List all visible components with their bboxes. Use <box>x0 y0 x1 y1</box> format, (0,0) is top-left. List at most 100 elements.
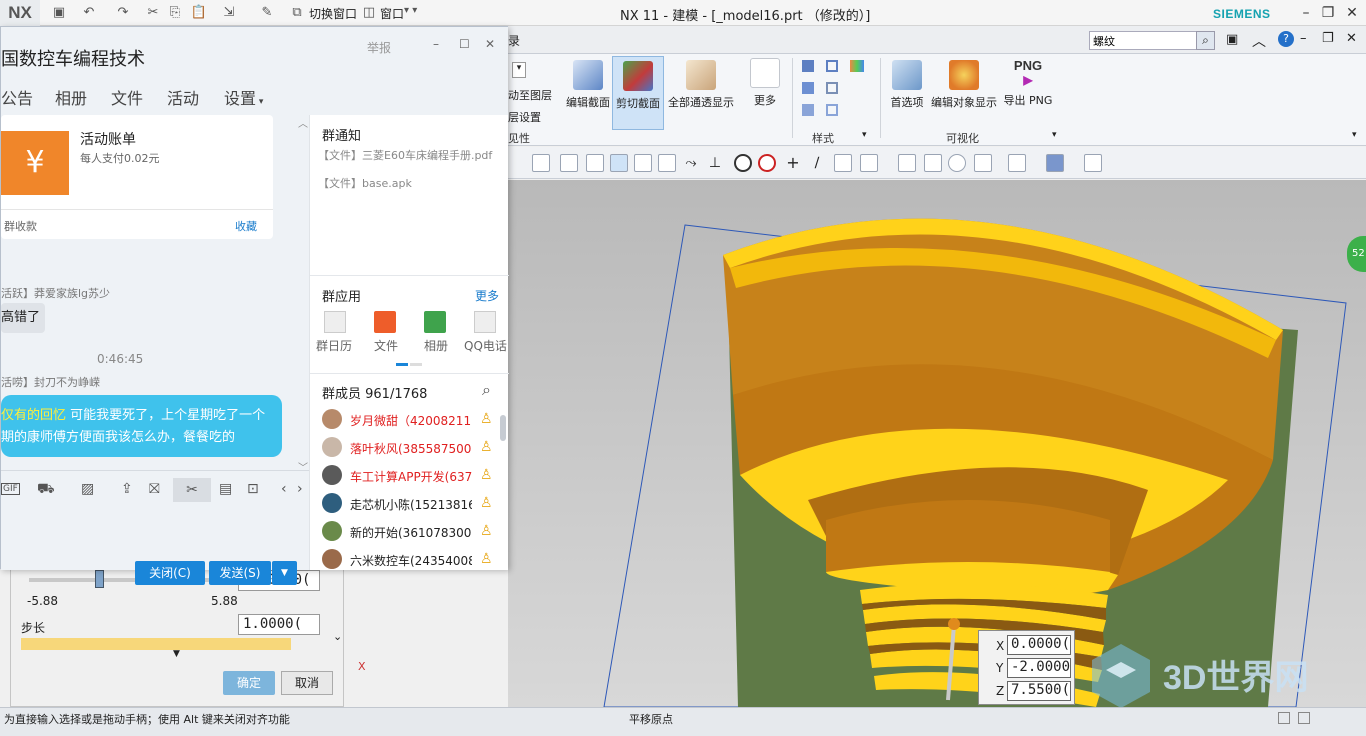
style-wireframe-icon[interactable] <box>826 60 838 72</box>
doc-minimize-button[interactable]: – <box>1300 31 1307 46</box>
distance-slider-thumb[interactable] <box>95 570 104 588</box>
qq-call-app-label[interactable]: QQ电话 <box>464 337 507 354</box>
tab-announcement[interactable]: 公告 <box>1 85 33 109</box>
gift-icon[interactable]: ⛝ <box>149 481 160 497</box>
snap-all-icon[interactable] <box>610 154 628 172</box>
undo-icon[interactable]: ↶ <box>80 4 98 22</box>
layer-dropdown[interactable]: ▾ <box>512 62 526 78</box>
favorite-link[interactable]: 收藏 <box>235 218 257 234</box>
view-zoom-icon[interactable] <box>924 154 942 172</box>
qq-maximize-button[interactable]: ☐ <box>459 37 470 51</box>
snap-curve-icon[interactable]: ⤳ <box>682 154 700 172</box>
tab-files[interactable]: 文件 <box>111 85 143 109</box>
model-render[interactable] <box>508 180 1366 708</box>
move-to-layer-label[interactable]: 动至图层 <box>508 87 552 103</box>
view-rotate-icon[interactable] <box>948 154 966 172</box>
visualization-dropdown-icon[interactable]: ▾ <box>1052 130 1057 140</box>
switch-window-button[interactable]: 切换窗口 <box>309 5 357 22</box>
highlight-row[interactable] <box>21 638 291 650</box>
files-app-label[interactable]: 文件 <box>374 337 398 354</box>
edit-section-button[interactable]: 编辑截面 <box>560 60 616 110</box>
layer-settings-label[interactable]: 层设置 <box>508 109 541 125</box>
snap-quadrant-icon[interactable] <box>758 154 776 172</box>
help-icon[interactable]: ? <box>1278 31 1294 47</box>
touch-mode-icon[interactable]: ✎ <box>258 4 276 22</box>
window-icon[interactable]: ◫ <box>360 4 378 22</box>
album-app-icon[interactable] <box>424 311 446 333</box>
snap-line-icon[interactable] <box>634 154 652 172</box>
style-group-dropdown-icon[interactable]: ▾ <box>862 130 867 140</box>
snap-center-icon[interactable] <box>734 154 752 172</box>
scroll-down-icon[interactable]: ⌄ <box>333 630 342 643</box>
qq-minimize-button[interactable]: – <box>433 37 439 51</box>
doc-close-button[interactable]: ✕ <box>1346 31 1357 46</box>
ribbon-display-icon[interactable]: ▣ <box>1226 32 1238 47</box>
switch-window-icon[interactable]: ⧉ <box>288 4 306 22</box>
snap-on-curve-icon[interactable]: ∕ <box>808 154 826 172</box>
member-row[interactable]: 落叶秋风(385587500) ♙ <box>322 435 502 459</box>
member-row[interactable]: 六米数控车(243540087) ♙ <box>322 547 502 571</box>
tab-fragment[interactable]: 录 <box>508 32 520 49</box>
clip-section-button[interactable]: 剪切截面 <box>612 56 664 130</box>
calendar-app-label[interactable]: 群日历 <box>316 337 352 354</box>
image-icon[interactable]: ▨ <box>81 481 94 497</box>
snap-point-icon[interactable]: + <box>784 154 802 172</box>
y-coordinate-field[interactable]: -2.0000( <box>1007 658 1071 678</box>
close-chat-button[interactable]: 关闭(C) <box>135 561 205 585</box>
doc-restore-button[interactable]: ❐ <box>1322 31 1334 46</box>
bill-card[interactable]: ¥ 活动账单 每人支付0.02元 群收款 收藏 <box>1 115 273 239</box>
command-finder-icon[interactable]: ⇲ <box>220 4 238 22</box>
z-coordinate-field[interactable]: 7.5500( <box>1007 681 1071 701</box>
tab-activity[interactable]: 活动 <box>167 85 199 109</box>
collapse-up-icon[interactable]: ︿ <box>298 115 308 130</box>
copy-icon[interactable]: ⎘ <box>166 4 184 22</box>
x-coordinate-field[interactable]: 0.0000( <box>1007 635 1071 655</box>
fullscreen-icon[interactable] <box>1298 712 1310 724</box>
view-fit-icon[interactable] <box>898 154 916 172</box>
step-value-field[interactable]: 1.0000( <box>238 614 320 635</box>
chat-record-icon[interactable]: ⊡ <box>247 481 259 497</box>
screenshot-icon[interactable]: ⛟ <box>37 481 55 499</box>
file-link-1[interactable]: 【文件】三菱E60车床编程手册.pdf <box>318 147 492 163</box>
style-color-icon[interactable] <box>850 60 864 72</box>
member-row[interactable]: 走芯机小陈(15213816284 ♙ <box>322 491 502 515</box>
member-row[interactable]: 新的开始(361078300) ♙ <box>322 519 502 543</box>
collapse-down-icon[interactable]: ﹀ <box>298 459 308 474</box>
snap-tangent-icon[interactable]: ⊥ <box>706 154 724 172</box>
style-studio-icon[interactable] <box>802 104 814 116</box>
view-orient-icon[interactable] <box>974 154 992 172</box>
more-button[interactable]: 更多 <box>746 58 784 108</box>
cancel-button[interactable]: 取消 <box>281 671 333 695</box>
file-link-2[interactable]: 【文件】base.apk <box>318 175 412 191</box>
section-view-icon[interactable] <box>1084 154 1102 172</box>
minimize-button[interactable]: – <box>1296 3 1316 23</box>
select-solid-icon[interactable] <box>560 154 578 172</box>
ribbon-options-icon[interactable]: ▾ <box>1352 130 1357 140</box>
style-shaded-icon[interactable] <box>802 60 814 72</box>
select-face-icon[interactable] <box>586 154 604 172</box>
style-hidden-edges-icon[interactable] <box>826 82 838 94</box>
qq-call-app-icon[interactable] <box>474 311 496 333</box>
send-button[interactable]: 发送(S) <box>209 561 271 585</box>
restore-button[interactable]: ❐ <box>1318 3 1338 23</box>
graphics-viewport[interactable]: 52 X <box>358 180 1366 708</box>
album-app-label[interactable]: 相册 <box>424 337 448 354</box>
style-face-analysis-icon[interactable] <box>826 104 838 116</box>
member-row[interactable]: 车工计算APP开发(63788 ♙ <box>322 463 502 487</box>
calendar-app-icon[interactable] <box>324 311 346 333</box>
cut-icon[interactable]: ✂ <box>144 4 162 22</box>
upload-icon[interactable]: ⇪ <box>121 481 133 497</box>
tab-settings[interactable]: 设置 ▾ <box>224 85 263 109</box>
scissors-icon[interactable]: ✂ <box>173 478 211 502</box>
window-menu-button[interactable]: 窗口 <box>380 5 404 22</box>
close-button[interactable]: ✕ <box>1342 3 1362 23</box>
snap-bounded-icon[interactable] <box>860 154 878 172</box>
edit-object-display-button[interactable]: 编辑对象显示 <box>930 60 998 110</box>
prev-arrow-icon[interactable]: ‹ <box>281 481 287 497</box>
select-rectangle-icon[interactable] <box>532 154 550 172</box>
send-options-icon[interactable]: ▼ <box>272 561 297 585</box>
red-packet-icon[interactable]: ▤ <box>219 481 232 497</box>
search-icon[interactable]: ⌕ <box>1196 31 1215 50</box>
save-icon[interactable]: ▣ <box>50 4 68 22</box>
collapse-ribbon-icon[interactable]: ︿ <box>1252 31 1266 51</box>
